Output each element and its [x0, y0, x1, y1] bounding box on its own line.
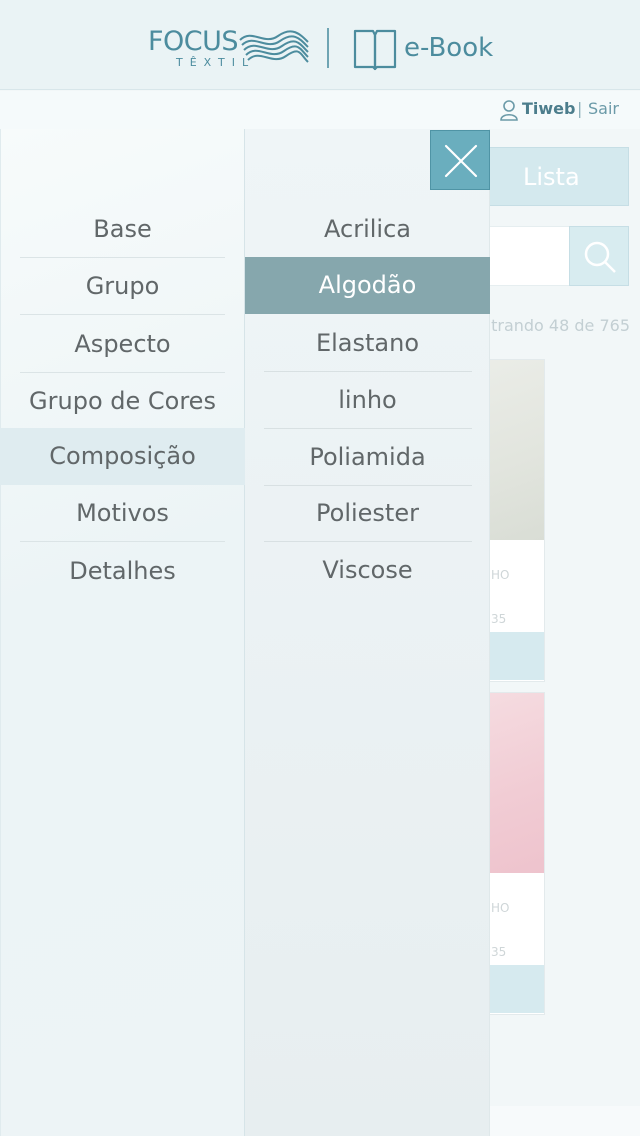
option-poliamida[interactable]: Poliamida [245, 429, 490, 486]
category-motivos[interactable]: Motivos [0, 485, 245, 542]
wave-logo-icon [239, 30, 309, 63]
option-linho[interactable]: linho [245, 372, 490, 429]
search-button[interactable] [569, 226, 629, 286]
option-viscose[interactable]: Viscose [245, 542, 490, 599]
option-elastano[interactable]: Elastano [245, 315, 490, 372]
user-icon [500, 100, 518, 121]
app-header: FOCUS TÊXTIL e-Book [0, 0, 640, 90]
logo-text: FOCUS [148, 26, 239, 57]
username[interactable]: Tiweb [522, 99, 575, 118]
product-ref: HO [491, 568, 510, 582]
close-icon [444, 144, 478, 178]
option-algodao[interactable]: Algodão [245, 257, 490, 314]
category-aspecto[interactable]: Aspecto [0, 316, 245, 373]
product-ref: HO [491, 901, 510, 915]
category-detalhes[interactable]: Detalhes [0, 543, 245, 600]
close-menu-button[interactable] [430, 130, 490, 190]
option-acrilica[interactable]: Acrilica [245, 201, 490, 258]
option-poliester[interactable]: Poliester [245, 485, 490, 542]
list-view-button[interactable]: Lista [470, 147, 629, 206]
search-icon [584, 241, 616, 273]
user-bar: Tiweb | Sair [0, 91, 640, 129]
product-number: 35 [491, 612, 507, 626]
ebook-title: e-Book [404, 33, 494, 63]
book-icon [353, 29, 397, 71]
header-divider [327, 28, 329, 68]
category-base[interactable]: Base [0, 201, 245, 258]
list-view-label: Lista [523, 163, 580, 191]
logout-link[interactable]: Sair [588, 99, 619, 118]
page-footer-strip [490, 1106, 640, 1136]
category-composicao[interactable]: Composição [0, 428, 245, 485]
focus-textil-logo[interactable]: FOCUS TÊXTIL [148, 22, 310, 72]
userbar-separator: | [577, 99, 583, 118]
category-grupo[interactable]: Grupo [0, 258, 245, 315]
product-number: 35 [491, 945, 507, 959]
category-grupo-de-cores[interactable]: Grupo de Cores [0, 373, 245, 430]
